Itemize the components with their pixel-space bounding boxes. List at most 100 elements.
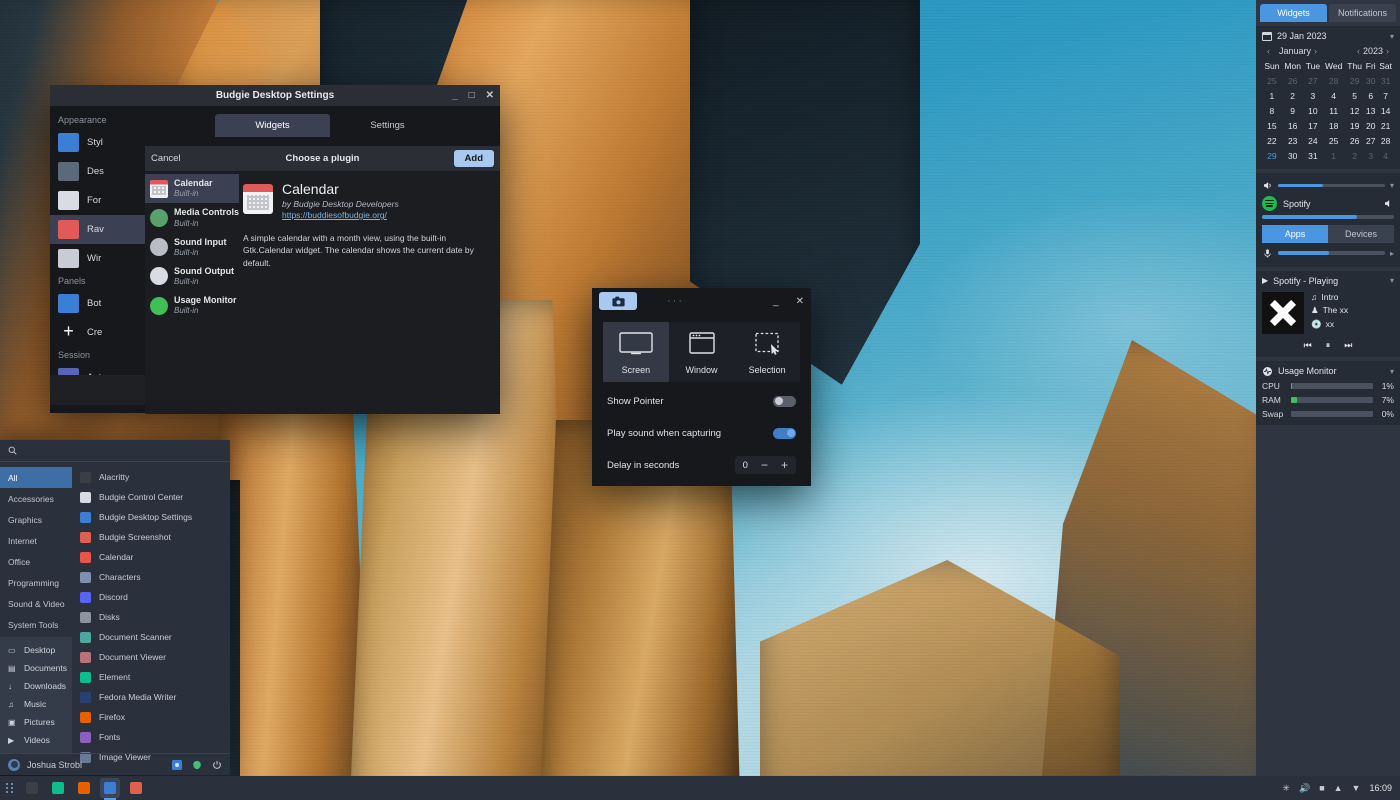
calendar-day[interactable]: 28 (1322, 73, 1345, 88)
settings-icon[interactable] (172, 759, 182, 770)
calendar-day[interactable]: 10 (1304, 103, 1323, 118)
settings-title-bar[interactable]: Budgie Desktop Settings _ □ ✕ (50, 85, 500, 106)
sidebar-item-rav[interactable]: Rav (50, 215, 160, 244)
cancel-button[interactable]: Cancel (151, 153, 181, 164)
calendar-day[interactable]: 12 (1345, 103, 1364, 118)
calendar-day[interactable]: 31 (1304, 148, 1323, 163)
maximize-button[interactable]: □ (469, 90, 475, 101)
calendar-prev-month-icon[interactable]: ‹ (1264, 46, 1273, 56)
calendar-day[interactable]: 21 (1377, 118, 1394, 133)
app-item[interactable]: Element (72, 667, 230, 687)
calendar-day[interactable]: 26 (1345, 133, 1364, 148)
calendar-day[interactable]: 25 (1262, 73, 1282, 88)
plugin-item[interactable]: Sound Output Built-in (145, 262, 239, 291)
calendar-day[interactable]: 30 (1282, 148, 1304, 163)
usage-widget-header[interactable]: Usage Monitor ▾ (1262, 366, 1394, 377)
calendar-day[interactable]: 28 (1377, 133, 1394, 148)
tab-widgets[interactable]: Widgets (215, 114, 330, 137)
plugin-item[interactable]: Usage Monitor Built-in (145, 291, 239, 320)
delay-increment-button[interactable]: + (781, 459, 788, 471)
calendar-day[interactable]: 3 (1304, 88, 1323, 103)
app-item[interactable]: Firefox (72, 707, 230, 727)
calendar-day[interactable]: 1 (1322, 148, 1345, 163)
calendar-day[interactable]: 30 (1364, 73, 1377, 88)
calendar-day[interactable]: 6 (1364, 88, 1377, 103)
category-system-tools[interactable]: System Tools (0, 614, 72, 635)
menu-dots-icon[interactable]: ··· (667, 295, 684, 307)
plugin-detail-url[interactable]: https://buddiesofbudgie.org/ (282, 210, 399, 220)
drive-icon[interactable]: ■ (1319, 783, 1324, 793)
app-grid-icon[interactable] (0, 782, 18, 794)
network-icon[interactable]: ▼ (1352, 783, 1361, 793)
app-item[interactable]: Calendar (72, 547, 230, 567)
app-item[interactable]: Discord (72, 587, 230, 607)
app-item[interactable]: Alacritty (72, 467, 230, 487)
calendar-day[interactable]: 23 (1282, 133, 1304, 148)
calendar-prev-year-icon[interactable]: ‹ (1354, 46, 1363, 56)
calendar-day[interactable]: 31 (1377, 73, 1394, 88)
calendar-day[interactable]: 5 (1345, 88, 1364, 103)
calendar-next-year-icon[interactable]: › (1383, 46, 1392, 56)
sidebar-item-cre[interactable]: + Cre (50, 318, 160, 347)
chevron-down-icon[interactable]: ▾ (1390, 32, 1394, 41)
calendar-day[interactable]: 16 (1282, 118, 1304, 133)
next-track-icon[interactable]: ⏭ (1344, 340, 1352, 351)
place-documents[interactable]: ▤ Documents (0, 659, 72, 677)
calendar-day[interactable]: 26 (1282, 73, 1304, 88)
mode-selection[interactable]: Selection (734, 322, 800, 382)
category-programming[interactable]: Programming (0, 572, 72, 593)
tab-settings[interactable]: Settings (330, 114, 445, 137)
camera-icon[interactable] (599, 292, 637, 310)
place-music[interactable]: ♫ Music (0, 695, 72, 713)
calendar-day[interactable]: 27 (1364, 133, 1377, 148)
plugin-item[interactable]: Media Controls Built-in (145, 203, 239, 232)
plugin-item[interactable]: Sound Input Built-in (145, 233, 239, 262)
place-downloads[interactable]: ↓ Downloads (0, 677, 72, 695)
add-button[interactable]: Add (453, 150, 494, 167)
speaker-icon[interactable] (1262, 180, 1273, 191)
calendar-day[interactable]: 1 (1262, 88, 1282, 103)
calendar-day[interactable]: 4 (1377, 148, 1394, 163)
category-internet[interactable]: Internet (0, 530, 72, 551)
mode-window[interactable]: Window (669, 322, 735, 382)
calendar-day[interactable]: 29 (1345, 73, 1364, 88)
calendar-day[interactable]: 15 (1262, 118, 1282, 133)
play-pause-icon[interactable]: ⏸ (1326, 340, 1331, 351)
sound-tab-devices[interactable]: Devices (1328, 224, 1394, 243)
calendar-day[interactable]: 24 (1304, 133, 1323, 148)
category-accessories[interactable]: Accessories (0, 488, 72, 509)
calendar-day[interactable]: 20 (1364, 118, 1377, 133)
task-budgie-screenshot[interactable] (126, 778, 146, 798)
calendar-next-month-icon[interactable]: › (1311, 46, 1320, 56)
delay-value[interactable]: 0 (743, 460, 748, 471)
app-item[interactable]: Characters (72, 567, 230, 587)
screenshot-title-bar[interactable]: ··· _ ✕ (592, 288, 811, 314)
place-videos[interactable]: ▶ Videos (0, 731, 72, 749)
minimize-button[interactable]: _ (452, 90, 458, 101)
app-mute-icon[interactable] (1383, 198, 1394, 209)
delay-decrement-button[interactable]: − (761, 459, 768, 471)
task-budgie-desktop-settings[interactable] (100, 778, 120, 800)
task-alacritty[interactable] (22, 778, 42, 798)
category-graphics[interactable]: Graphics (0, 509, 72, 530)
calendar-day[interactable]: 2 (1345, 148, 1364, 163)
task-firefox[interactable] (74, 778, 94, 798)
calendar-day[interactable]: 9 (1282, 103, 1304, 118)
calendar-day[interactable]: 19 (1345, 118, 1364, 133)
category-office[interactable]: Office (0, 551, 72, 572)
calendar-day[interactable]: 11 (1322, 103, 1345, 118)
minimize-button[interactable]: _ (773, 296, 779, 307)
calendar-day[interactable]: 17 (1304, 118, 1323, 133)
input-volume-slider[interactable] (1278, 251, 1385, 255)
search-input[interactable] (23, 445, 222, 456)
sidebar-item-des[interactable]: Des (50, 157, 160, 186)
app-item[interactable]: Budgie Desktop Settings (72, 507, 230, 527)
calendar-day[interactable]: 22 (1262, 133, 1282, 148)
app-item[interactable]: Document Viewer (72, 647, 230, 667)
chevron-down-icon[interactable]: ▾ (1390, 276, 1394, 285)
sidebar-item-bot[interactable]: Bot (50, 289, 160, 318)
close-button[interactable]: ✕ (486, 90, 494, 101)
menu-search-row[interactable] (0, 440, 230, 462)
calendar-day[interactable]: 14 (1377, 103, 1394, 118)
app-item[interactable]: Budgie Control Center (72, 487, 230, 507)
